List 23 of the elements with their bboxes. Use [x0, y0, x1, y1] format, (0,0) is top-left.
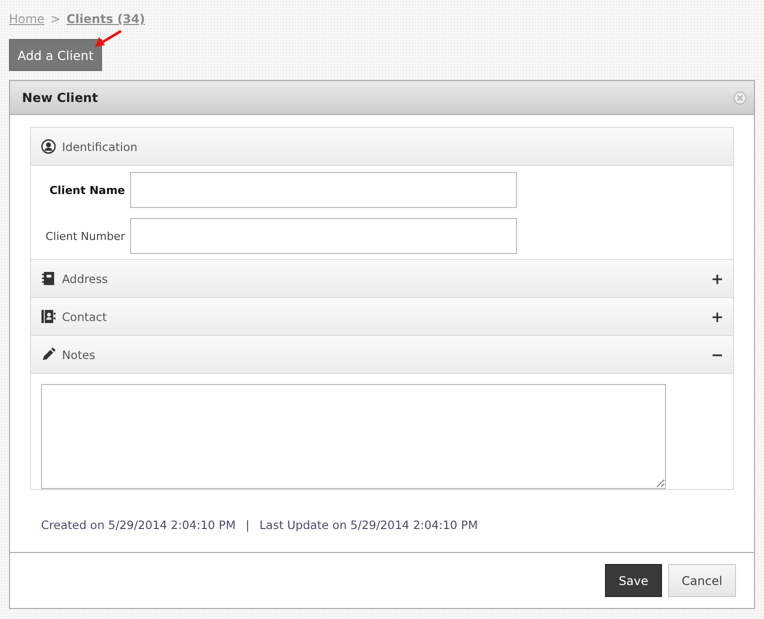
- cancel-button[interactable]: Cancel: [668, 564, 736, 597]
- created-text: Created on 5/29/2014 2:04:10 PM: [41, 518, 236, 532]
- section-header[interactable]: Address +: [31, 260, 733, 298]
- pencil-icon: [41, 347, 56, 362]
- meta-separator: |: [246, 518, 250, 532]
- text-field[interactable]: [130, 218, 517, 254]
- contact-card-icon: [41, 309, 56, 324]
- notes-field[interactable]: [41, 384, 666, 489]
- text-field[interactable]: [130, 172, 517, 208]
- address-book-icon: [41, 271, 56, 286]
- updated-text: Last Update on 5/29/2014 2:04:10 PM: [260, 518, 478, 532]
- dialog-title: New Client: [22, 90, 98, 105]
- save-button[interactable]: Save: [605, 564, 662, 597]
- section-header[interactable]: Notes −: [31, 336, 733, 374]
- field-label: Client Name: [48, 184, 125, 196]
- add-client-button[interactable]: Add a Client: [9, 39, 102, 71]
- pointer-arrow: [93, 29, 123, 49]
- breadcrumb-separator: >: [50, 12, 60, 26]
- section-header[interactable]: Identification: [31, 128, 733, 166]
- field-label: Client Number: [44, 230, 125, 242]
- section-header[interactable]: Contact +: [31, 298, 733, 336]
- user-icon: [41, 139, 56, 154]
- close-icon[interactable]: [733, 90, 747, 104]
